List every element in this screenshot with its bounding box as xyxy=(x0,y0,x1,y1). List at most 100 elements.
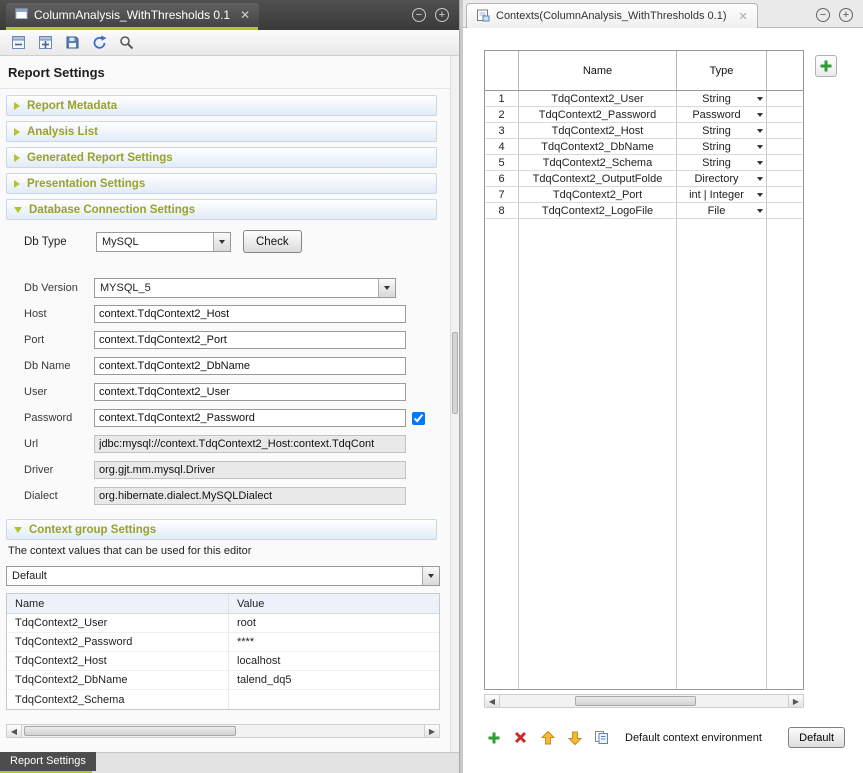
tab-report-settings[interactable]: Report Settings xyxy=(0,752,96,771)
context-type-select[interactable]: String xyxy=(677,139,767,154)
chevron-down-icon[interactable] xyxy=(378,279,395,297)
contexts-footer: Default context environment Default xyxy=(484,727,845,748)
horizontal-scrollbar[interactable]: ◀ ▶ xyxy=(6,724,440,738)
context-type-select[interactable]: int | Integer xyxy=(677,187,767,202)
check-button[interactable]: Check xyxy=(243,230,302,253)
section-report-metadata[interactable]: Report Metadata xyxy=(6,95,437,116)
section-analysis-list[interactable]: Analysis List xyxy=(6,121,437,142)
driver-row: Driver xyxy=(24,461,459,479)
active-tab-underline xyxy=(6,27,258,30)
default-environment-button[interactable]: Default xyxy=(788,727,845,748)
section-generated-report-settings[interactable]: Generated Report Settings xyxy=(6,147,437,168)
scroll-left-icon[interactable]: ◀ xyxy=(7,725,22,737)
row-number[interactable]: 3 xyxy=(485,123,519,138)
user-input[interactable] xyxy=(94,383,406,401)
manage-environments-icon[interactable] xyxy=(592,728,611,747)
row-number[interactable]: 2 xyxy=(485,107,519,122)
collapse-all-icon[interactable] xyxy=(9,34,27,52)
context-description: The context values that can be used for … xyxy=(8,545,459,557)
row-number[interactable]: 7 xyxy=(485,187,519,202)
row-number[interactable]: 6 xyxy=(485,171,519,186)
report-editor-icon xyxy=(15,7,28,23)
db-version-select[interactable]: MYSQL_5 xyxy=(94,278,396,298)
expand-all-icon[interactable] xyxy=(36,34,54,52)
scroll-right-icon[interactable]: ▶ xyxy=(788,695,803,707)
scrollbar-thumb[interactable] xyxy=(575,696,696,706)
add-context-button[interactable] xyxy=(815,55,837,77)
context-type-select[interactable]: File xyxy=(677,203,767,218)
minimize-icon[interactable]: − xyxy=(412,8,426,22)
context-type-select[interactable]: String xyxy=(677,123,767,138)
chevron-down-icon xyxy=(757,177,763,181)
scroll-right-icon[interactable]: ▶ xyxy=(424,725,439,737)
minimize-icon[interactable]: − xyxy=(816,8,830,22)
horizontal-scrollbar[interactable]: ◀ ▶ xyxy=(484,694,804,708)
context-name-cell[interactable]: TdqContext2_LogoFile xyxy=(519,203,677,218)
move-up-icon[interactable] xyxy=(538,728,557,747)
row-number[interactable]: 5 xyxy=(485,155,519,170)
db-type-label: Db Type xyxy=(24,236,84,248)
tab-contexts[interactable]: Contexts(ColumnAnalysis_WithThresholds 0… xyxy=(466,3,758,28)
column-header-name: Name xyxy=(519,51,677,90)
move-down-icon[interactable] xyxy=(565,728,584,747)
table-filler xyxy=(485,219,803,689)
maximize-icon[interactable]: + xyxy=(839,8,853,22)
close-icon[interactable]: ✕ xyxy=(738,10,747,23)
table-row: 6 TdqContext2_OutputFolde Directory xyxy=(485,171,803,187)
dialect-field xyxy=(94,487,406,505)
scroll-left-icon[interactable]: ◀ xyxy=(485,695,500,707)
host-input[interactable] xyxy=(94,305,406,323)
contexts-tab-title: Contexts(ColumnAnalysis_WithThresholds 0… xyxy=(496,10,726,22)
table-row[interactable]: TdqContext2_Password **** xyxy=(7,633,439,652)
context-group-select[interactable]: Default xyxy=(6,566,440,586)
scrollbar-thumb[interactable] xyxy=(452,332,458,414)
dbname-input[interactable] xyxy=(94,357,406,375)
section-context-group-settings[interactable]: Context group Settings xyxy=(6,519,437,540)
close-icon[interactable]: ✕ xyxy=(240,8,250,22)
refresh-report-icon[interactable] xyxy=(90,34,108,52)
table-row[interactable]: TdqContext2_User root xyxy=(7,614,439,633)
password-context-checkbox[interactable] xyxy=(412,412,425,425)
section-presentation-settings[interactable]: Presentation Settings xyxy=(6,173,437,194)
chevron-down-icon[interactable] xyxy=(213,233,230,251)
remove-variable-icon[interactable] xyxy=(511,728,530,747)
contexts-panel: Contexts(ColumnAnalysis_WithThresholds 0… xyxy=(463,0,863,773)
context-type-select[interactable]: String xyxy=(677,91,767,106)
context-name-cell[interactable]: TdqContext2_OutputFolde xyxy=(519,171,677,186)
add-variable-icon[interactable] xyxy=(484,728,503,747)
row-number[interactable]: 8 xyxy=(485,203,519,218)
port-row: Port xyxy=(24,331,459,349)
table-row[interactable]: TdqContext2_Host localhost xyxy=(7,652,439,671)
search-icon[interactable] xyxy=(117,34,135,52)
port-input[interactable] xyxy=(94,331,406,349)
contexts-icon xyxy=(476,8,490,25)
row-number[interactable]: 1 xyxy=(485,91,519,106)
section-database-connection-settings[interactable]: Database Connection Settings xyxy=(6,199,437,220)
host-row: Host xyxy=(24,305,459,323)
table-row[interactable]: TdqContext2_Schema xyxy=(7,690,439,709)
context-name-cell[interactable]: TdqContext2_User xyxy=(519,91,677,106)
context-name-cell[interactable]: TdqContext2_Schema xyxy=(519,155,677,170)
password-input[interactable] xyxy=(94,409,406,427)
context-name-cell[interactable]: TdqContext2_Password xyxy=(519,107,677,122)
vertical-scrollbar[interactable] xyxy=(450,56,459,752)
context-name-cell[interactable]: TdqContext2_DbName xyxy=(519,139,677,154)
table-row: 2 TdqContext2_Password Password xyxy=(485,107,803,123)
save-icon[interactable] xyxy=(63,34,81,52)
tab-report-editor[interactable]: ColumnAnalysis_WithThresholds 0.1 ✕ xyxy=(6,3,259,27)
context-type-select[interactable]: Password xyxy=(677,107,767,122)
row-number[interactable]: 4 xyxy=(485,139,519,154)
chevron-down-icon[interactable] xyxy=(422,567,439,585)
table-row: 4 TdqContext2_DbName String xyxy=(485,139,803,155)
context-type-select[interactable]: Directory xyxy=(677,171,767,186)
column-header-empty xyxy=(767,51,803,90)
context-type-select[interactable]: String xyxy=(677,155,767,170)
scrollbar-thumb[interactable] xyxy=(24,726,236,736)
maximize-icon[interactable]: + xyxy=(435,8,449,22)
db-type-select[interactable]: MySQL xyxy=(96,232,231,252)
url-field xyxy=(94,435,406,453)
context-name-cell[interactable]: TdqContext2_Port xyxy=(519,187,677,202)
context-name-cell[interactable]: TdqContext2_Host xyxy=(519,123,677,138)
table-row[interactable]: TdqContext2_DbName talend_dq5 xyxy=(7,671,439,690)
page-title: Report Settings xyxy=(0,56,459,89)
